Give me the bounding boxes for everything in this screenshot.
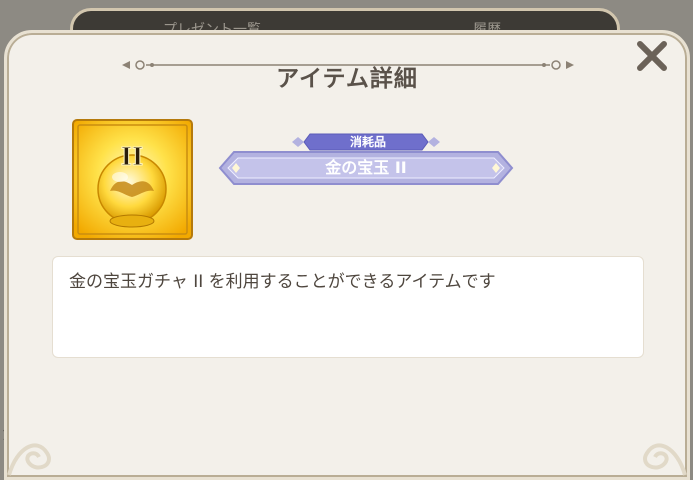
title-divider-icon bbox=[122, 60, 574, 70]
item-detail-dialog: アイテム詳細 bbox=[4, 30, 690, 480]
orb-numeral: II bbox=[121, 142, 143, 171]
gold-orb-icon: II bbox=[72, 119, 193, 240]
corner-ornament-right-icon bbox=[643, 443, 687, 476]
item-description: 金の宝玉ガチャ II を利用することができるアイテムです bbox=[69, 272, 496, 292]
item-category-label: 消耗品 bbox=[349, 135, 386, 149]
close-icon[interactable] bbox=[634, 38, 670, 74]
corner-ornament-left-icon bbox=[7, 443, 51, 476]
item-description-box: 金の宝玉ガチャ II を利用することができるアイテムです bbox=[52, 256, 644, 358]
item-name: 金の宝玉 II bbox=[325, 158, 407, 177]
